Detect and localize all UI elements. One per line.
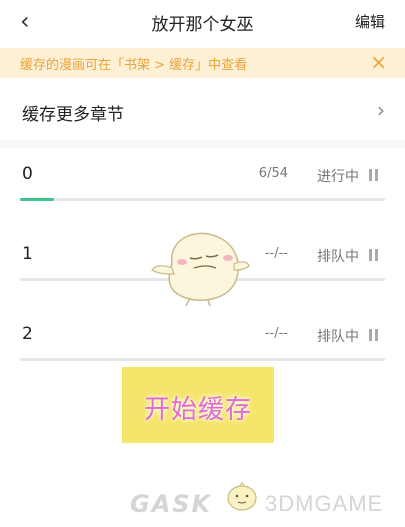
- chapter-progress-fill: [20, 198, 54, 201]
- page-title: 放开那个女巫: [151, 15, 254, 35]
- notice-text: 缓存的漫画可在「书架 > 缓存」中查看: [20, 58, 248, 73]
- chapter-progress-text: 6/54: [258, 166, 288, 181]
- chapter-progress-track: [20, 198, 385, 201]
- chapter-progress-track: [20, 358, 385, 361]
- cache-more-chapters-label: 缓存更多章节: [22, 105, 124, 125]
- chapter-name: 0: [22, 164, 33, 184]
- pause-icon[interactable]: [368, 249, 380, 261]
- chapter-name: 1: [22, 244, 33, 264]
- chapter-status: 进行中: [317, 169, 359, 185]
- edit-button[interactable]: 编辑: [355, 11, 385, 32]
- chapter-name: 2: [22, 324, 33, 344]
- section-divider: [0, 140, 405, 148]
- chapter-status: 排队中: [317, 249, 359, 265]
- mascot-sticker: [151, 232, 250, 306]
- watermark-text-left: GASK: [130, 490, 213, 518]
- cache-notice-banner: 缓存的漫画可在「书架 > 缓存」中查看 ×: [0, 48, 405, 78]
- chapter-row: 0 6/54 进行中: [0, 164, 405, 224]
- chapter-progress-text: --/--: [264, 326, 288, 341]
- chevron-right-icon: ›: [377, 98, 385, 122]
- header-bar: ‹ 放开那个女巫 编辑: [0, 0, 405, 42]
- cache-more-chapters-row[interactable]: 缓存更多章节 ›: [0, 90, 405, 130]
- close-icon[interactable]: ×: [370, 51, 387, 73]
- pause-icon[interactable]: [368, 329, 380, 341]
- watermark-text-right: 3DMGAME: [265, 491, 384, 516]
- start-cache-label: 开始缓存: [143, 395, 252, 425]
- watermark-mascot-icon: [227, 482, 257, 511]
- chapter-status: 排队中: [317, 329, 359, 345]
- start-cache-button[interactable]: 开始缓存: [122, 367, 274, 443]
- pause-icon[interactable]: [368, 169, 380, 181]
- watermark: GASK 3DMGAME: [130, 474, 400, 522]
